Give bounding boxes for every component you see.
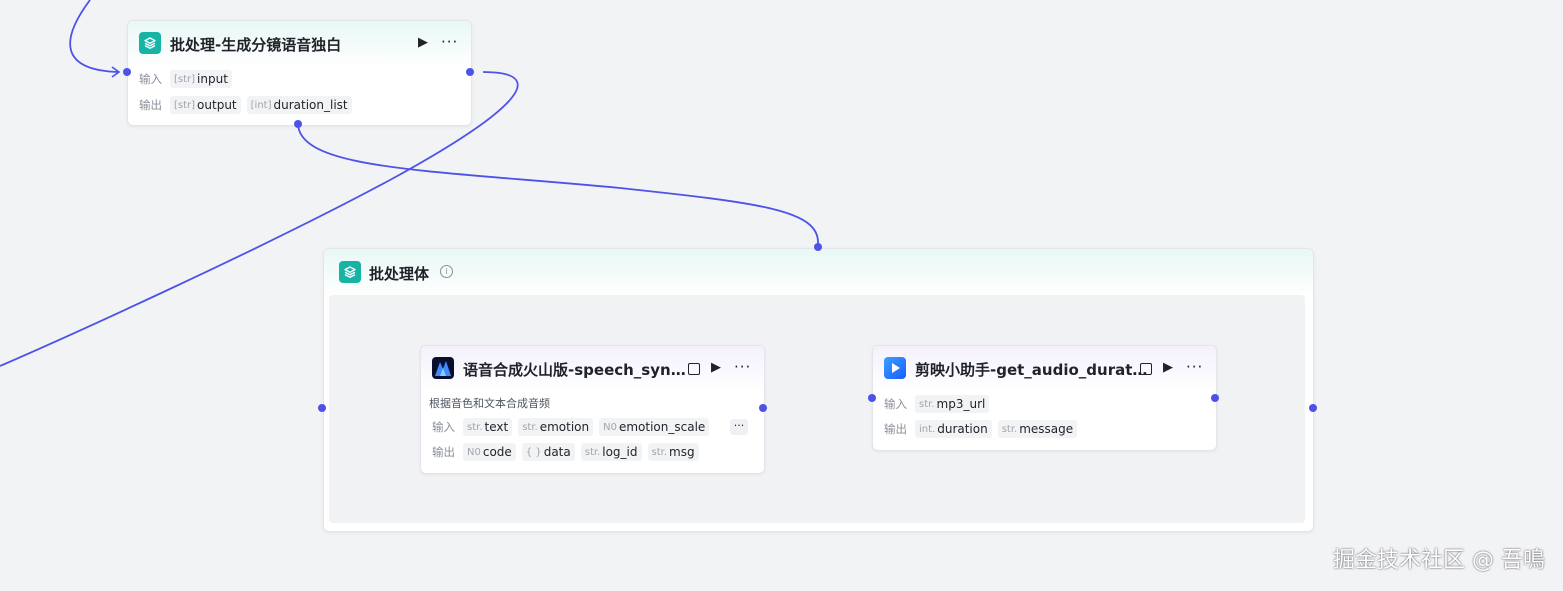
param-data: { } data [521, 443, 575, 461]
inputs-row: 输入 str. text str. emotion N0 emotion_scale [432, 418, 715, 436]
batch-icon [139, 32, 161, 54]
param-emotion-scale: N0 emotion_scale [599, 418, 710, 436]
more-params-button[interactable]: ··· [730, 419, 748, 435]
inputs-label: 输入 [884, 397, 907, 411]
param-code: N0 code [463, 443, 516, 461]
inputs-row: 输入 str. mp3_url [884, 395, 995, 413]
node-description: 根据音色和文本合成音频 [429, 397, 550, 410]
speech-output-port[interactable] [759, 404, 767, 412]
volcano-engine-icon [432, 357, 454, 379]
input-port[interactable] [123, 68, 131, 76]
param-mp3-url: str. mp3_url [915, 395, 990, 413]
batch-body-top-port[interactable] [814, 243, 822, 251]
jianying-audio-duration-node[interactable]: 剪映小助手-get_audio_durat… ▶ ··· 输入 str. mp3_… [872, 345, 1217, 451]
run-icon[interactable]: ▶ [418, 35, 428, 50]
inputs-row: 输入 [str] input [139, 70, 238, 88]
outputs-label: 输出 [884, 422, 907, 436]
batch-icon [339, 261, 361, 283]
node-title: 语音合成火山版-speech_syn… [463, 361, 686, 379]
param-message: str. message [997, 420, 1078, 438]
test-icon[interactable] [1140, 363, 1152, 375]
param-text: str. text [463, 418, 513, 436]
run-icon[interactable]: ▶ [1163, 360, 1173, 375]
node-header [324, 249, 1313, 297]
outputs-label: 输出 [432, 445, 455, 459]
node-title: 批处理体 [369, 265, 430, 283]
inputs-label: 输入 [139, 72, 162, 86]
param-emotion: str. emotion [518, 418, 594, 436]
speech-synthesis-node[interactable]: 语音合成火山版-speech_syn… ▶ ··· 根据音色和文本合成音频 输入… [420, 345, 765, 474]
outputs-row: 输出 [str] output [int] duration_list [139, 96, 358, 114]
node-title: 批处理-生成分镜语音独白 [170, 36, 342, 54]
jianying-output-port[interactable] [1211, 394, 1219, 402]
param-msg: str. msg [647, 443, 699, 461]
param-output: [str] output [170, 96, 241, 114]
outputs-row: 输出 int. duration str. message [884, 420, 1083, 438]
param-duration-list: [int] duration_list [246, 96, 352, 114]
test-icon[interactable] [688, 363, 700, 375]
jianying-input-port[interactable] [868, 394, 876, 402]
param-input: [str] input [170, 70, 232, 88]
output-port[interactable] [466, 68, 474, 76]
param-duration: int. duration [915, 420, 992, 438]
batch-body-right-port[interactable] [1309, 404, 1317, 412]
outputs-label: 输出 [139, 98, 162, 112]
outputs-row: 输出 N0 code { } data str. log_id str. msg [432, 443, 705, 461]
run-icon[interactable]: ▶ [711, 360, 721, 375]
jianying-icon [884, 357, 906, 379]
batch-output-port[interactable] [294, 120, 302, 128]
info-icon[interactable]: i [440, 265, 453, 278]
node-title: 剪映小助手-get_audio_durat… [915, 361, 1148, 379]
watermark: 掘金技术社区 @ 吾鳴 [1333, 548, 1545, 573]
more-options-icon[interactable]: ··· [1186, 358, 1203, 376]
inputs-label: 输入 [432, 420, 455, 434]
batch-node-generate-voiceover[interactable]: 批处理-生成分镜语音独白 ▶ ··· 输入 [str] input 输出 [str… [127, 20, 472, 126]
more-options-icon[interactable]: ··· [734, 358, 751, 376]
batch-body-left-port[interactable] [318, 404, 326, 412]
more-options-icon[interactable]: ··· [441, 33, 458, 51]
param-log-id: str. log_id [580, 443, 642, 461]
